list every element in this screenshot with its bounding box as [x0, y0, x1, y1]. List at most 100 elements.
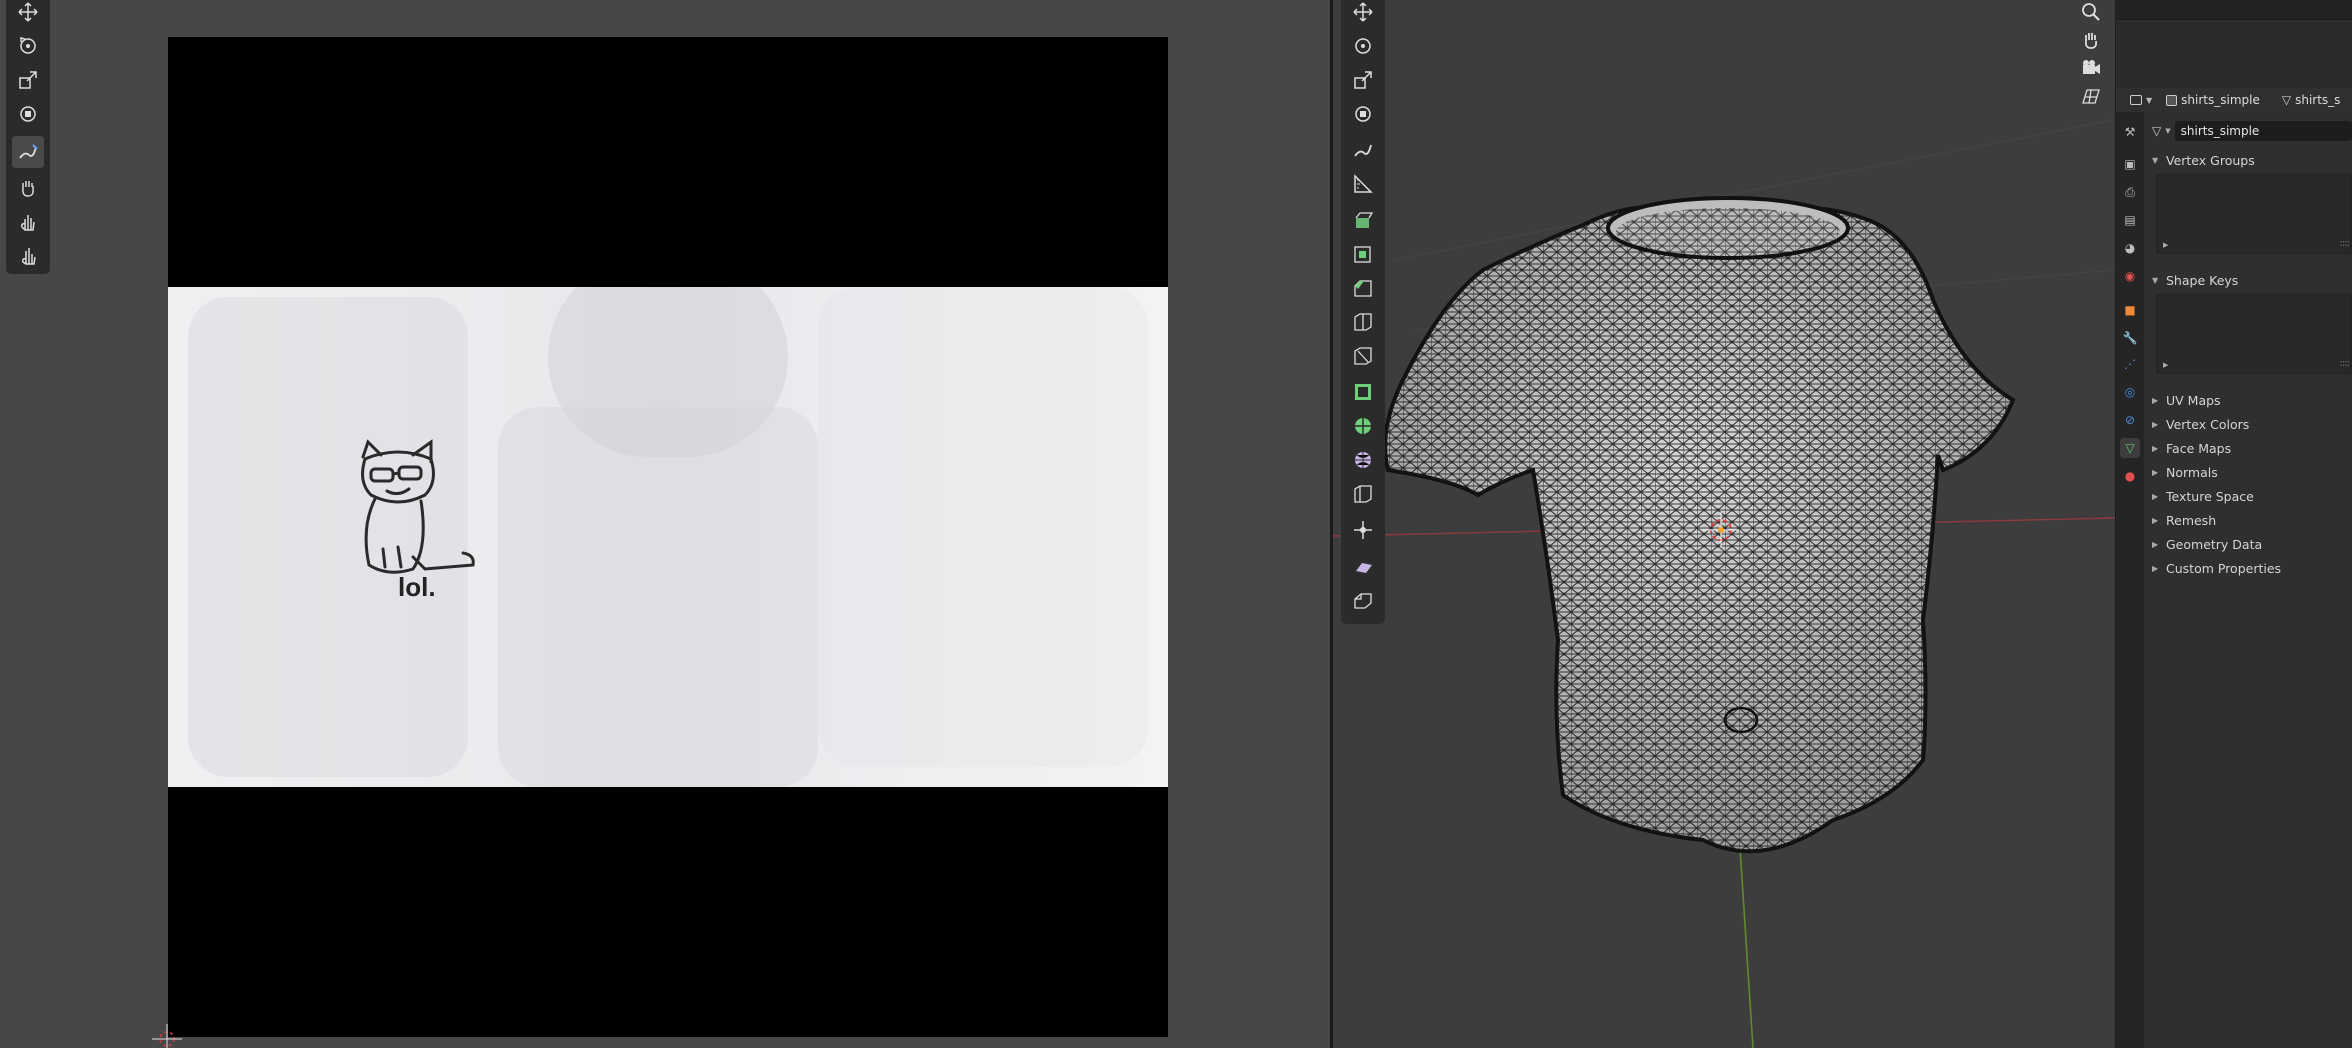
view-layer-tab-icon[interactable]: ▤	[2120, 210, 2140, 230]
scale-icon[interactable]	[12, 64, 44, 96]
collapsed-triangle-icon: ▶	[2152, 467, 2159, 477]
panel-face-maps[interactable]: ▶ Face Maps	[2152, 438, 2352, 458]
physics-tab-icon[interactable]: ◎	[2120, 382, 2140, 402]
shrink-fatten-icon[interactable]	[1347, 514, 1379, 546]
grab-icon[interactable]	[12, 172, 44, 204]
loop-cut-icon[interactable]	[1347, 306, 1379, 338]
collapsed-triangle-icon: ▶	[2152, 563, 2159, 573]
particles-tab-icon[interactable]: ⋰	[2120, 354, 2140, 374]
tool-tab-icon[interactable]: ⚒	[2120, 122, 2140, 142]
panel-label: Geometry Data	[2166, 536, 2263, 552]
list-expand-icon[interactable]: ▶	[2163, 361, 2168, 369]
mesh-name-field[interactable]: shirts_simple	[2174, 121, 2352, 141]
scale-icon[interactable]	[1347, 64, 1379, 96]
uv-toolbar	[6, 0, 50, 274]
list-resize-handle[interactable]: ::::	[2340, 238, 2351, 249]
panel-label: Vertex Groups	[2166, 152, 2255, 168]
bevel-icon[interactable]	[1347, 272, 1379, 304]
list-resize-handle[interactable]: ::::	[2340, 358, 2351, 369]
shirt-mesh[interactable]	[1383, 196, 2016, 854]
world-tab-icon[interactable]: ◉	[2120, 266, 2140, 286]
panel-label: Normals	[2166, 464, 2218, 480]
panel-remesh[interactable]: ▶ Remesh	[2152, 510, 2352, 530]
rotate-icon[interactable]	[1347, 30, 1379, 62]
viewport-toolbar	[1341, 0, 1385, 624]
knife-icon[interactable]	[1347, 340, 1379, 372]
panel-custom-properties[interactable]: ▶ Custom Properties	[2152, 558, 2352, 578]
extrude-icon[interactable]	[1347, 204, 1379, 236]
panel-label: UV Maps	[2166, 392, 2221, 408]
scene-tab-icon[interactable]: ◕	[2120, 238, 2140, 258]
mesh-name-row: ▽ ▼ shirts_simple	[2152, 120, 2352, 142]
blender-window: lol. ▼ shirts_simple ▽ shirts_s ⚒ ▣ ⎙ ▤ …	[0, 0, 2352, 1048]
panel-label: Shape Keys	[2166, 272, 2239, 288]
texture-caption: lol.	[398, 572, 436, 602]
mesh-data-icon[interactable]: ▽	[2152, 124, 2161, 138]
collapsed-triangle-icon: ▶	[2152, 395, 2159, 405]
panel-texture-space[interactable]: ▶ Texture Space	[2152, 486, 2352, 506]
panel-shape-keys[interactable]: ▼ Shape Keys	[2152, 270, 2352, 290]
poly-build-icon[interactable]	[1347, 376, 1379, 408]
move-icon[interactable]	[1347, 0, 1379, 28]
panel-normals[interactable]: ▶ Normals	[2152, 462, 2352, 482]
object-name: shirts_simple	[2181, 93, 2260, 107]
output-tab-icon[interactable]: ⎙	[2120, 182, 2140, 202]
panel-uv-maps[interactable]: ▶ UV Maps	[2152, 390, 2352, 410]
mesh-data-properties: ▽ ▼ shirts_simple ▼ Vertex Groups ▶ ::::…	[2146, 112, 2352, 1048]
measure-icon[interactable]	[1347, 168, 1379, 200]
viewport-navigation	[2073, 0, 2109, 116]
object-breadcrumb[interactable]: shirts_simple	[2162, 90, 2264, 110]
data-tab-icon[interactable]: ▽	[2120, 438, 2140, 458]
rotate-icon[interactable]	[12, 30, 44, 62]
edge-slide-icon[interactable]	[1347, 478, 1379, 510]
image-editor[interactable]: lol.	[0, 0, 1330, 1048]
chevron-down-icon: ▼	[2165, 127, 2171, 135]
expanded-triangle-icon: ▼	[2152, 275, 2159, 285]
panel-label: Vertex Colors	[2166, 416, 2250, 432]
properties-tabs: ⚒ ▣ ⎙ ▤ ◕ ◉ ■ 🔧 ⋰ ◎ ⊘ ▽ ●	[2116, 112, 2144, 1048]
panel-geometry-data[interactable]: ▶ Geometry Data	[2152, 534, 2352, 554]
pinch-icon[interactable]	[12, 240, 44, 272]
panel-vertex-groups[interactable]: ▼ Vertex Groups	[2152, 150, 2352, 170]
render-tab-icon[interactable]: ▣	[2120, 154, 2140, 174]
annotate-icon[interactable]	[12, 136, 44, 168]
list-expand-icon[interactable]: ▶	[2163, 241, 2168, 249]
panel-label: Remesh	[2166, 512, 2217, 528]
properties-upper-area	[2116, 22, 2352, 88]
editor-type-icon	[2130, 95, 2142, 105]
grid-icon[interactable]	[2075, 80, 2107, 112]
mesh-name-short: shirts_s	[2295, 93, 2341, 107]
collapsed-triangle-icon: ▶	[2152, 515, 2159, 525]
object-tab-icon[interactable]: ■	[2120, 300, 2140, 320]
uv-2d-cursor[interactable]	[150, 1022, 184, 1048]
transform-icon[interactable]	[1347, 98, 1379, 130]
properties-editor[interactable]: ▼ shirts_simple ▽ shirts_s ⚒ ▣ ⎙ ▤ ◕ ◉ ■…	[2115, 0, 2352, 1048]
panel-label: Face Maps	[2166, 440, 2232, 456]
chevron-down-icon: ▼	[2146, 95, 2153, 105]
modifiers-tab-icon[interactable]: 🔧	[2120, 328, 2140, 348]
panel-label: Texture Space	[2166, 488, 2254, 504]
collapsed-triangle-icon: ▶	[2152, 491, 2159, 501]
rip-icon[interactable]	[1347, 584, 1379, 616]
editor-type-dropdown[interactable]: ▼	[2126, 90, 2156, 110]
constraints-tab-icon[interactable]: ⊘	[2120, 410, 2140, 430]
relax-icon[interactable]	[12, 206, 44, 238]
panel-label: Custom Properties	[2166, 560, 2282, 576]
spin-icon[interactable]	[1347, 410, 1379, 442]
move-icon[interactable]	[12, 0, 44, 28]
uv-canvas[interactable]: lol.	[168, 37, 1168, 1037]
shear-icon[interactable]	[1347, 550, 1379, 582]
3d-viewport[interactable]	[1333, 0, 2115, 1048]
vertex-groups-list[interactable]: ▶ ::::	[2156, 174, 2352, 254]
smooth-icon[interactable]	[1347, 444, 1379, 476]
mesh-breadcrumb[interactable]: ▽ shirts_s	[2278, 90, 2345, 110]
shape-keys-list[interactable]: ▶ ::::	[2156, 294, 2352, 374]
transform-icon[interactable]	[12, 98, 44, 130]
material-tab-icon[interactable]: ●	[2120, 466, 2140, 486]
annotate-icon[interactable]	[1347, 134, 1379, 166]
viewport-scene	[1333, 119, 2115, 1048]
panel-vertex-colors[interactable]: ▶ Vertex Colors	[2152, 414, 2352, 434]
collapsed-triangle-icon: ▶	[2152, 419, 2159, 429]
mesh-data-icon: ▽	[2281, 93, 2292, 107]
inset-icon[interactable]	[1347, 238, 1379, 270]
